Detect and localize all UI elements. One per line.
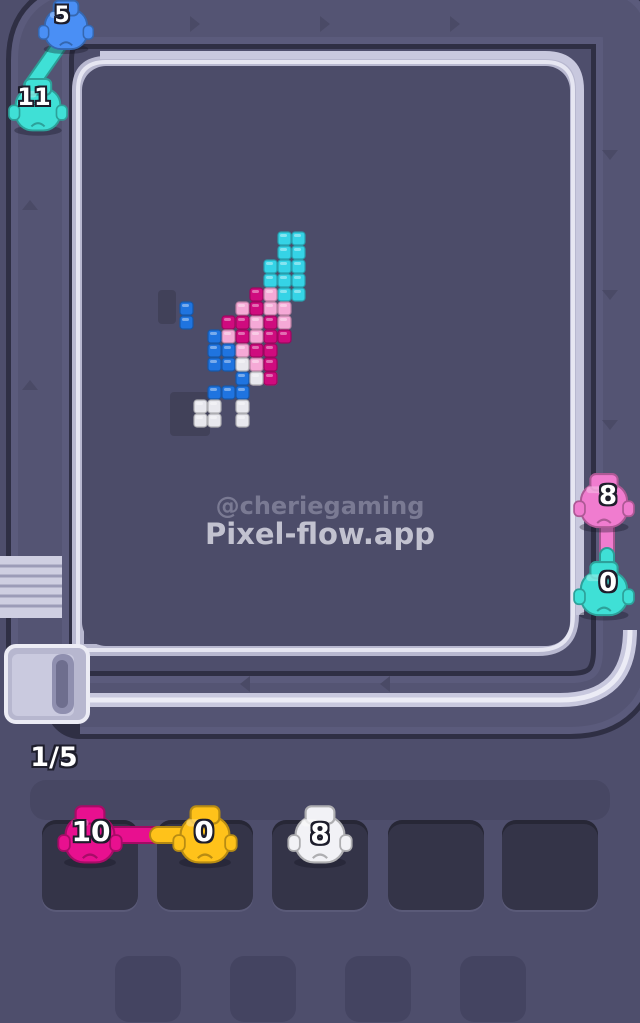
pixel-block [291,273,306,288]
pixel-block [277,245,292,260]
pixel-block [263,357,278,372]
pixel-block [207,343,222,358]
pixel-block [277,287,292,302]
pixel-block [179,315,194,330]
conveyor-shooter-count: 0 [598,568,618,598]
pixel-block [207,385,222,400]
conveyor-feeder-icon[interactable] [4,644,90,724]
track-ladder [0,556,62,618]
pixel-block [235,301,250,316]
locked-slot-2 [230,956,296,1022]
conveyor-shooter-count: 5 [54,3,70,28]
queue-shooter-count: 8 [310,817,330,850]
pixel-block [249,315,264,330]
pixel-block [207,413,222,428]
pixel-block [193,399,208,414]
pixel-block [291,287,306,302]
pixel-block [221,357,236,372]
pixel-block [263,273,278,288]
pixel-block [235,315,250,330]
pixel-block [277,273,292,288]
pixel-block [193,413,208,428]
pixel-block [277,231,292,246]
locked-slot-1 [115,956,181,1022]
queue-slot-4[interactable] [388,820,484,910]
pixel-block [207,399,222,414]
pixel-block [263,315,278,330]
pixel-block [277,329,292,344]
pixel-block [263,371,278,386]
pixel-block [291,231,306,246]
pixel-block [249,301,264,316]
pixel-block [249,343,264,358]
locked-slot-3 [345,956,411,1022]
queue-shooter-count: 10 [71,815,111,848]
pixel-block [291,259,306,274]
pixel-block [221,343,236,358]
pixel-block [235,399,250,414]
pixel-block [235,329,250,344]
pixel-block [263,343,278,358]
pixel-block [249,371,264,386]
pixel-block [277,315,292,330]
play-area [82,66,570,646]
queue-shooter-count: 0 [194,815,214,848]
pixel-block [207,329,222,344]
progress-label: 1/5 [30,742,78,773]
pixel-block [263,287,278,302]
pixel-block [221,329,236,344]
pixel-block [249,329,264,344]
locked-slot-4 [460,956,526,1022]
pixel-block [235,357,250,372]
conveyor-shooter-count: 8 [598,481,618,511]
pixel-block [263,259,278,274]
pixel-block [235,343,250,358]
pixel-block [221,385,236,400]
pixel-block [249,357,264,372]
pixel-block [207,357,222,372]
pixel-block [249,287,264,302]
pixel-block [291,245,306,260]
queue-slot-5[interactable] [502,820,598,910]
pixel-block [179,301,194,316]
conveyor-shooter-count: 11 [17,83,51,111]
pixel-block [263,301,278,316]
pixel-block [235,385,250,400]
pixel-block [235,413,250,428]
pixel-block [235,371,250,386]
pixel-block [221,315,236,330]
pixel-block [277,301,292,316]
pixel-block [277,259,292,274]
pixel-block [263,329,278,344]
